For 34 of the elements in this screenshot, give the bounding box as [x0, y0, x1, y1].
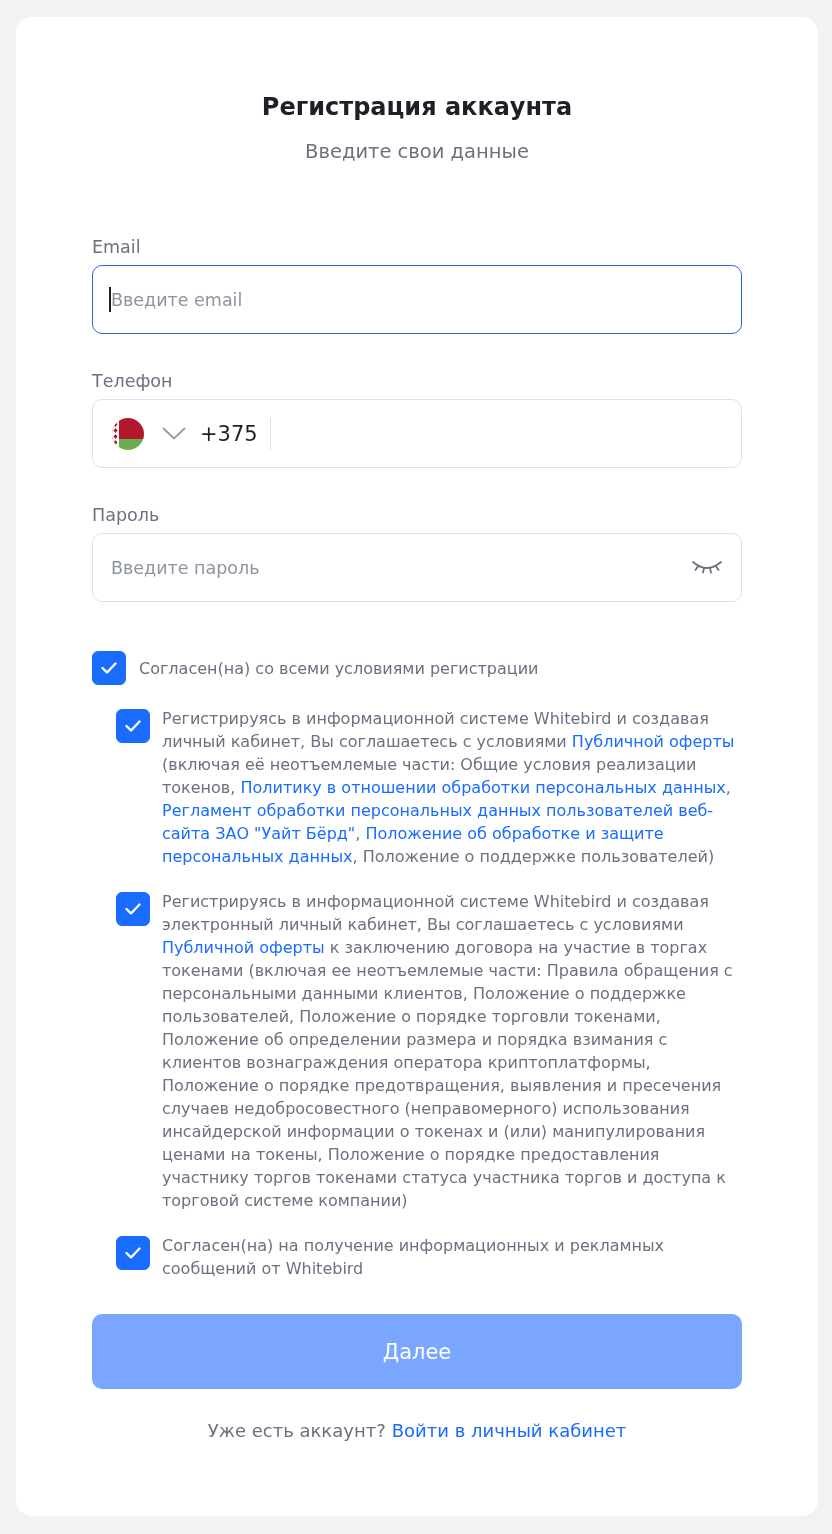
link[interactable]: персональных данных [162, 847, 353, 866]
flag-icon [112, 417, 144, 450]
link[interactable]: Политику в отношении обработки персональных данных [240, 778, 726, 797]
consent-text: Регистрируясь в информационной системе Whitebird и создавая личный кабинет, Вы соглашаетесь с условиями Публичной оферты (включая её неотъемлемые части: Общие условия реализации токенов, Политику в отношении обработки персональных данных, Регламент обработки персональных данных пользователей веб- сайта ЗАО "Уайт Бёрд", Положение об обработке и защите персональных данных, Положение о поддержке пользователей) [162, 708, 736, 868]
consent-text: Согласен(на) на получение информационных и рекламных сообщений от Whitebird [162, 1235, 666, 1280]
chevron-down-icon [162, 427, 186, 440]
login-prompt: Уже есть аккаунт? [207, 1419, 386, 1443]
eye-closed-icon[interactable] [691, 560, 723, 574]
checkmark-icon [125, 720, 141, 732]
field-label: Пароль [92, 504, 160, 527]
phone-field[interactable]: +375 [92, 399, 742, 468]
country-select[interactable] [112, 417, 186, 450]
password-field[interactable]: Введите пароль [92, 533, 742, 602]
checkbox-label: Согласен(на) со всеми условиями регистрации [139, 657, 539, 680]
link[interactable]: Регламент обработки персональных данных пользователей веб- [162, 801, 714, 820]
checkbox[interactable] [92, 651, 126, 685]
consent-text: Регистрируясь в информационной системе Whitebird и создавая электронный личный кабинет, Вы соглашаетесь с условиями Публичной оферты к заключению договора на участие в торгах токенами (включая ее неотъемлемые части: Правила обращения с персональными данными клиентов, Положение о поддержке пользователей, Положение о порядке торговли токенами, Положение об определении размера и порядка взимания с клиентов вознаграждения оператора криптоплатформы, Положение о порядке предотвращения, выявления и пресечения случаев недобросовестного (неправомерного) использования инсайдерской информации о токенах и (или) манипулирования ценами на токены, Положение о порядке предоставления участнику торгов токенами статуса участника торгов и доступа к торговой системе компании) [162, 891, 734, 1212]
checkmark-icon [101, 662, 117, 674]
country-code: +375 [200, 420, 258, 448]
link[interactable]: Публичной оферты [162, 938, 325, 957]
checkbox[interactable] [116, 1236, 150, 1270]
email-field[interactable]: Введите email [92, 265, 742, 334]
link[interactable]: сайта ЗАО "Уайт Бёрд" [162, 824, 356, 843]
field-label: Телефон [92, 370, 173, 393]
checkbox[interactable] [116, 709, 150, 743]
checkmark-icon [125, 1247, 141, 1259]
login-link[interactable]: Войти в личный кабинет [391, 1419, 627, 1443]
page-subtitle: Введите свои данные [304, 139, 530, 165]
checkmark-icon [125, 903, 141, 915]
page-title: Регистрация аккаунта [260, 92, 574, 123]
field-label: Email [92, 236, 141, 259]
checkbox[interactable] [116, 892, 150, 926]
link[interactable]: Публичной оферты [571, 732, 735, 751]
link[interactable]: Положение об обработке и защите [365, 824, 664, 843]
